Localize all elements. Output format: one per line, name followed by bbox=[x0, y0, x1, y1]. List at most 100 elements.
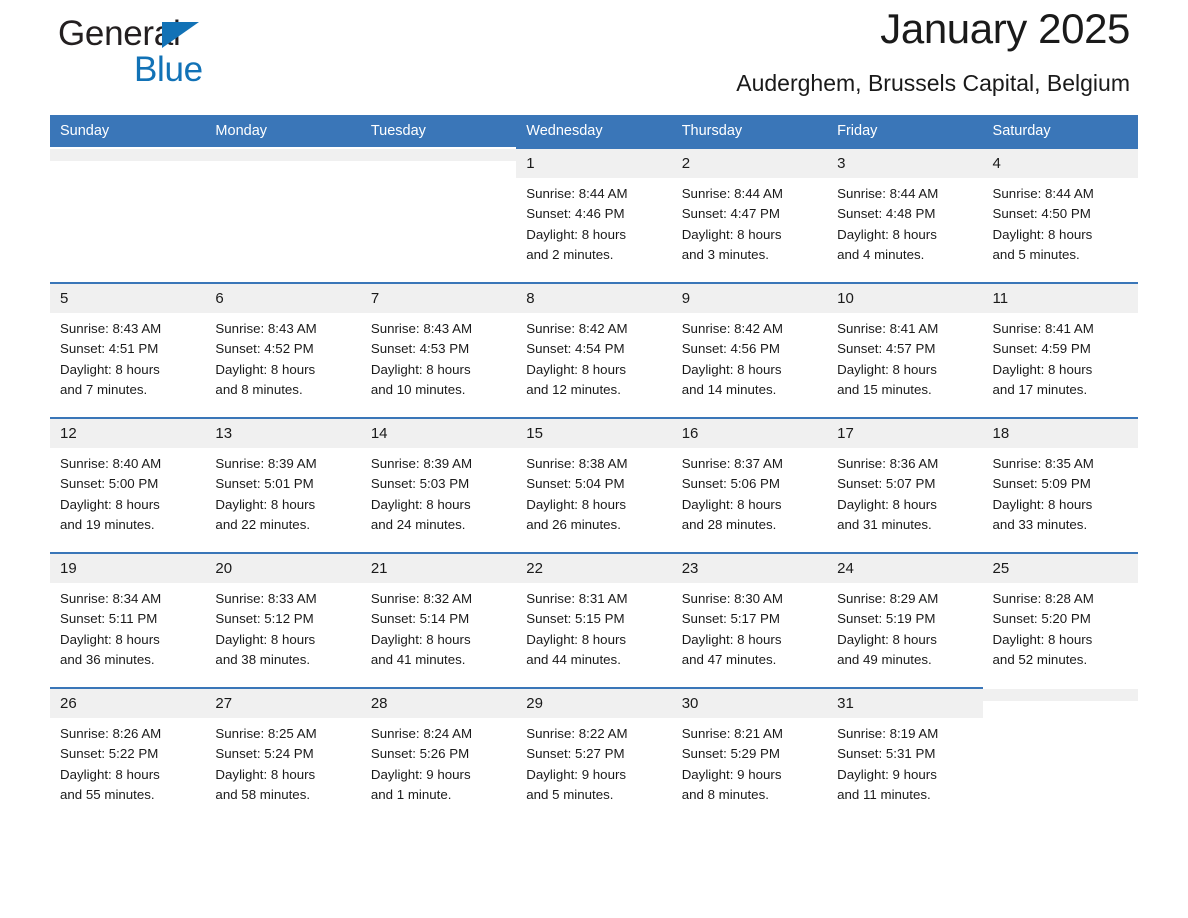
calendar-week-row: 19 Sunrise: 8:34 AM Sunset: 5:11 PM Dayligh… bbox=[50, 552, 1138, 688]
calendar-day-cell[interactable]: 4 Sunrise: 8:44 AM Sunset: 4:50 PM Daylight… bbox=[982, 147, 1138, 283]
brand-logo[interactable]: General Blue bbox=[58, 14, 358, 100]
sunset-text: Sunset: 5:31 PM bbox=[837, 746, 936, 762]
daylight-text-line1: Daylight: 8 hours bbox=[681, 226, 782, 242]
calendar-day-cell[interactable]: 20 Sunrise: 8:33 AM Sunset: 5:12 PM Dayligh… bbox=[205, 552, 361, 688]
calendar-day-cell[interactable]: 25 Sunrise: 8:28 AM Sunset: 5:20 PM Dayligh… bbox=[982, 552, 1138, 688]
sunset-text: Sunset: 5:04 PM bbox=[526, 476, 625, 492]
calendar-cell-empty bbox=[205, 147, 361, 283]
calendar-day-cell[interactable]: 18 Sunrise: 8:35 AM Sunset: 5:09 PM Dayligh… bbox=[982, 417, 1138, 553]
day-info: Sunrise: 8:43 AM Sunset: 4:53 PM Daylight:… bbox=[361, 313, 516, 400]
calendar-day-cell[interactable]: 5 Sunrise: 8:43 AM Sunset: 4:51 PM Daylight… bbox=[50, 282, 206, 418]
calendar-day-cell[interactable]: 23 Sunrise: 8:30 AM Sunset: 5:17 PM Dayligh… bbox=[671, 552, 828, 688]
calendar-day-cell[interactable]: 22 Sunrise: 8:31 AM Sunset: 5:15 PM Dayligh… bbox=[516, 552, 672, 688]
calendar-day-cell[interactable]: 26 Sunrise: 8:26 AM Sunset: 5:22 PM Dayligh… bbox=[50, 687, 206, 822]
calendar-day-cell[interactable]: 21 Sunrise: 8:32 AM Sunset: 5:14 PM Dayligh… bbox=[360, 552, 517, 688]
calendar-day-cell[interactable]: 6 Sunrise: 8:43 AM Sunset: 4:52 PM Daylight… bbox=[205, 282, 361, 418]
day-number: 16 bbox=[671, 419, 828, 448]
daylight-text-line1: Daylight: 8 hours bbox=[681, 361, 782, 377]
calendar-day-cell[interactable]: 16 Sunrise: 8:37 AM Sunset: 5:06 PM Dayligh… bbox=[671, 417, 828, 553]
sunset-text: Sunset: 5:19 PM bbox=[837, 611, 936, 627]
weekday-header-friday: Friday bbox=[827, 115, 983, 148]
sunrise-text: Sunrise: 8:41 AM bbox=[837, 321, 939, 336]
calendar-day-cell[interactable]: 2 Sunrise: 8:44 AM Sunset: 4:47 PM Daylight… bbox=[671, 147, 828, 283]
daylight-text-line2: and 24 minutes. bbox=[370, 516, 466, 532]
day-number: 27 bbox=[205, 689, 361, 718]
sunrise-text: Sunrise: 8:37 AM bbox=[681, 456, 783, 471]
sunrise-text: Sunrise: 8:38 AM bbox=[526, 456, 628, 471]
sunset-text: Sunset: 5:17 PM bbox=[681, 611, 780, 627]
sunset-text: Sunset: 5:07 PM bbox=[837, 476, 936, 492]
daylight-text-line1: Daylight: 8 hours bbox=[992, 361, 1093, 377]
calendar-day-cell[interactable]: 12 Sunrise: 8:40 AM Sunset: 5:00 PM Dayligh… bbox=[50, 417, 206, 553]
day-info: Sunrise: 8:44 AM Sunset: 4:46 PM Daylight:… bbox=[516, 178, 671, 265]
calendar-day-cell[interactable]: 30 Sunrise: 8:21 AM Sunset: 5:29 PM Dayligh… bbox=[671, 687, 828, 822]
calendar-day-cell[interactable]: 15 Sunrise: 8:38 AM Sunset: 5:04 PM Dayligh… bbox=[516, 417, 672, 553]
sunrise-text: Sunrise: 8:44 AM bbox=[992, 186, 1094, 201]
day-info: Sunrise: 8:24 AM Sunset: 5:26 PM Daylight:… bbox=[361, 718, 516, 805]
daylight-text-line1: Daylight: 8 hours bbox=[526, 496, 627, 512]
sunset-text: Sunset: 4:51 PM bbox=[60, 341, 159, 357]
calendar-day-cell[interactable]: 28 Sunrise: 8:24 AM Sunset: 5:26 PM Dayligh… bbox=[360, 687, 517, 822]
sunrise-text: Sunrise: 8:35 AM bbox=[992, 456, 1094, 471]
daylight-text-line2: and 28 minutes. bbox=[681, 516, 777, 532]
sunrise-text: Sunrise: 8:44 AM bbox=[681, 186, 783, 201]
sunrise-text: Sunrise: 8:33 AM bbox=[215, 591, 317, 606]
sunset-text: Sunset: 4:56 PM bbox=[681, 341, 780, 357]
weekday-header-monday: Monday bbox=[205, 115, 361, 148]
calendar-day-cell[interactable]: 7 Sunrise: 8:43 AM Sunset: 4:53 PM Daylight… bbox=[360, 282, 517, 418]
calendar-day-cell[interactable]: 31 Sunrise: 8:19 AM Sunset: 5:31 PM Dayligh… bbox=[827, 687, 983, 822]
daylight-text-line2: and 44 minutes. bbox=[526, 651, 621, 667]
day-info: Sunrise: 8:28 AM Sunset: 5:20 PM Daylight:… bbox=[983, 583, 1138, 670]
day-number: 29 bbox=[516, 689, 672, 718]
calendar-day-cell[interactable]: 19 Sunrise: 8:34 AM Sunset: 5:11 PM Dayligh… bbox=[50, 552, 206, 688]
daylight-text-line1: Daylight: 8 hours bbox=[60, 361, 160, 377]
calendar-body: 1 Sunrise: 8:44 AM Sunset: 4:46 PM Daylight… bbox=[50, 147, 1138, 822]
sunrise-text: Sunrise: 8:44 AM bbox=[837, 186, 939, 201]
daylight-text-line2: and 7 minutes. bbox=[60, 381, 148, 397]
calendar-day-cell[interactable]: 11 Sunrise: 8:41 AM Sunset: 4:59 PM Dayligh… bbox=[982, 282, 1138, 418]
day-number: 13 bbox=[205, 419, 361, 448]
calendar-day-cell[interactable]: 14 Sunrise: 8:39 AM Sunset: 5:03 PM Dayligh… bbox=[360, 417, 517, 553]
calendar-day-cell[interactable]: 8 Sunrise: 8:42 AM Sunset: 4:54 PM Daylight… bbox=[516, 282, 672, 418]
day-number: 18 bbox=[982, 419, 1138, 448]
day-info: Sunrise: 8:42 AM Sunset: 4:54 PM Daylight:… bbox=[516, 313, 671, 400]
sunrise-text: Sunrise: 8:25 AM bbox=[215, 726, 317, 741]
weekday-header-tuesday: Tuesday bbox=[360, 115, 517, 148]
weekday-header-sunday: Sunday bbox=[50, 115, 206, 148]
sunrise-text: Sunrise: 8:26 AM bbox=[60, 726, 162, 741]
calendar-day-cell[interactable]: 3 Sunrise: 8:44 AM Sunset: 4:48 PM Daylight… bbox=[827, 147, 983, 283]
sunrise-text: Sunrise: 8:31 AM bbox=[526, 591, 628, 606]
sunset-text: Sunset: 4:57 PM bbox=[837, 341, 936, 357]
sunset-text: Sunset: 5:20 PM bbox=[992, 611, 1091, 627]
day-info: Sunrise: 8:40 AM Sunset: 5:00 PM Daylight:… bbox=[50, 448, 205, 535]
daylight-text-line1: Daylight: 8 hours bbox=[992, 496, 1093, 512]
sunset-text: Sunset: 5:01 PM bbox=[215, 476, 314, 492]
sunrise-text: Sunrise: 8:28 AM bbox=[992, 591, 1094, 606]
sunset-text: Sunset: 5:03 PM bbox=[370, 476, 470, 492]
sunset-text: Sunset: 5:26 PM bbox=[370, 746, 470, 762]
sunset-text: Sunset: 5:12 PM bbox=[215, 611, 314, 627]
calendar-day-cell[interactable]: 24 Sunrise: 8:29 AM Sunset: 5:19 PM Dayligh… bbox=[827, 552, 983, 688]
calendar-cell-empty bbox=[360, 147, 517, 283]
day-number: 2 bbox=[671, 149, 828, 178]
calendar-day-cell[interactable]: 9 Sunrise: 8:42 AM Sunset: 4:56 PM Daylight… bbox=[671, 282, 828, 418]
sunrise-text: Sunrise: 8:21 AM bbox=[681, 726, 783, 741]
day-number bbox=[205, 149, 361, 161]
calendar-day-cell[interactable]: 27 Sunrise: 8:25 AM Sunset: 5:24 PM Dayligh… bbox=[205, 687, 361, 822]
calendar-day-cell[interactable]: 29 Sunrise: 8:22 AM Sunset: 5:27 PM Dayligh… bbox=[516, 687, 672, 822]
sunset-text: Sunset: 5:22 PM bbox=[60, 746, 159, 762]
calendar-day-cell[interactable]: 17 Sunrise: 8:36 AM Sunset: 5:07 PM Dayligh… bbox=[827, 417, 983, 553]
brand-name-blue: Blue bbox=[134, 50, 203, 89]
sunrise-text: Sunrise: 8:34 AM bbox=[60, 591, 162, 606]
daylight-text-line1: Daylight: 8 hours bbox=[215, 631, 316, 647]
day-number bbox=[982, 689, 1138, 701]
calendar-day-cell[interactable]: 13 Sunrise: 8:39 AM Sunset: 5:01 PM Dayligh… bbox=[205, 417, 361, 553]
sunrise-text: Sunrise: 8:39 AM bbox=[370, 456, 473, 471]
daylight-text-line1: Daylight: 9 hours bbox=[681, 766, 782, 782]
sunrise-text: Sunrise: 8:44 AM bbox=[526, 186, 628, 201]
calendar-day-cell[interactable]: 1 Sunrise: 8:44 AM Sunset: 4:46 PM Daylight… bbox=[516, 147, 672, 283]
calendar-day-cell[interactable]: 10 Sunrise: 8:41 AM Sunset: 4:57 PM Dayligh… bbox=[827, 282, 983, 418]
sunset-text: Sunset: 4:54 PM bbox=[526, 341, 625, 357]
daylight-text-line1: Daylight: 8 hours bbox=[60, 631, 160, 647]
sunset-text: Sunset: 5:27 PM bbox=[526, 746, 625, 762]
